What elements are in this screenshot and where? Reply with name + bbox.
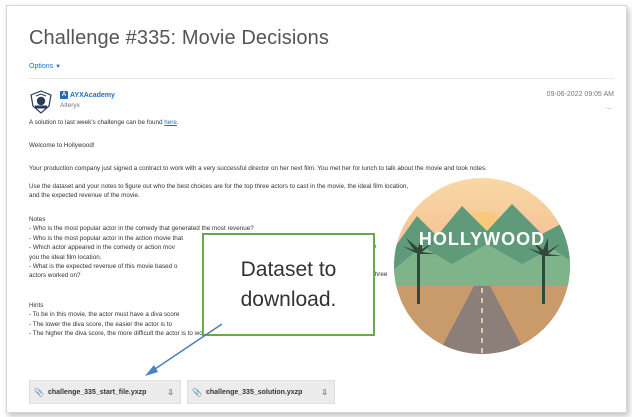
author-avatar[interactable]	[29, 90, 53, 114]
callout-line: Dataset to	[240, 257, 337, 281]
welcome-text: Welcome to Hollywood!	[29, 142, 95, 149]
solution-link[interactable]: here	[164, 119, 177, 126]
post-timestamp: 09-06-2022 09:05 AM	[546, 91, 614, 98]
post-title: Challenge #335: Movie Decisions	[29, 27, 329, 49]
download-icon[interactable]: ⇩	[321, 388, 328, 397]
post-container: Challenge #335: Movie Decisions Options ▼…	[6, 5, 627, 413]
intro-text: Your production company just signed a co…	[29, 165, 487, 172]
paperclip-icon: 📎	[192, 387, 202, 397]
more-options-icon[interactable]: ...	[605, 102, 612, 111]
options-label: Options	[29, 63, 54, 70]
attachment-start-file[interactable]: 📎 challenge_335_start_file.yxzp ⇩	[29, 380, 181, 404]
rank-badge-icon: A	[60, 91, 68, 99]
options-menu[interactable]: Options ▼	[29, 63, 61, 70]
attachment-solution-file[interactable]: 📎 challenge_335_solution.yxzp ⇩	[187, 380, 335, 404]
hollywood-sign-text: HOLLYWOOD	[419, 229, 545, 249]
annotation-callout: Dataset to download.	[202, 233, 375, 336]
attachment-name: challenge_335_solution.yxzp	[205, 388, 303, 396]
caret-down-icon: ▼	[55, 64, 62, 70]
callout-line: download.	[240, 287, 337, 311]
solution-line: A solution to last week's challenge can …	[29, 119, 179, 126]
author-org: Alteryx	[60, 102, 80, 109]
divider	[29, 78, 614, 79]
attachment-name: challenge_335_start_file.yxzp	[47, 388, 147, 396]
note-fragment: three	[373, 271, 388, 278]
task-text: Use the dataset and your notes to figure…	[29, 183, 409, 200]
notes-heading: Notes	[29, 216, 46, 223]
hollywood-illustration: HOLLYWOOD	[394, 178, 570, 354]
paperclip-icon: 📎	[34, 387, 44, 397]
download-icon[interactable]: ⇩	[167, 388, 174, 397]
author-name-link[interactable]: A AYXAcademy	[60, 91, 115, 99]
author-name: AYXAcademy	[70, 91, 115, 99]
